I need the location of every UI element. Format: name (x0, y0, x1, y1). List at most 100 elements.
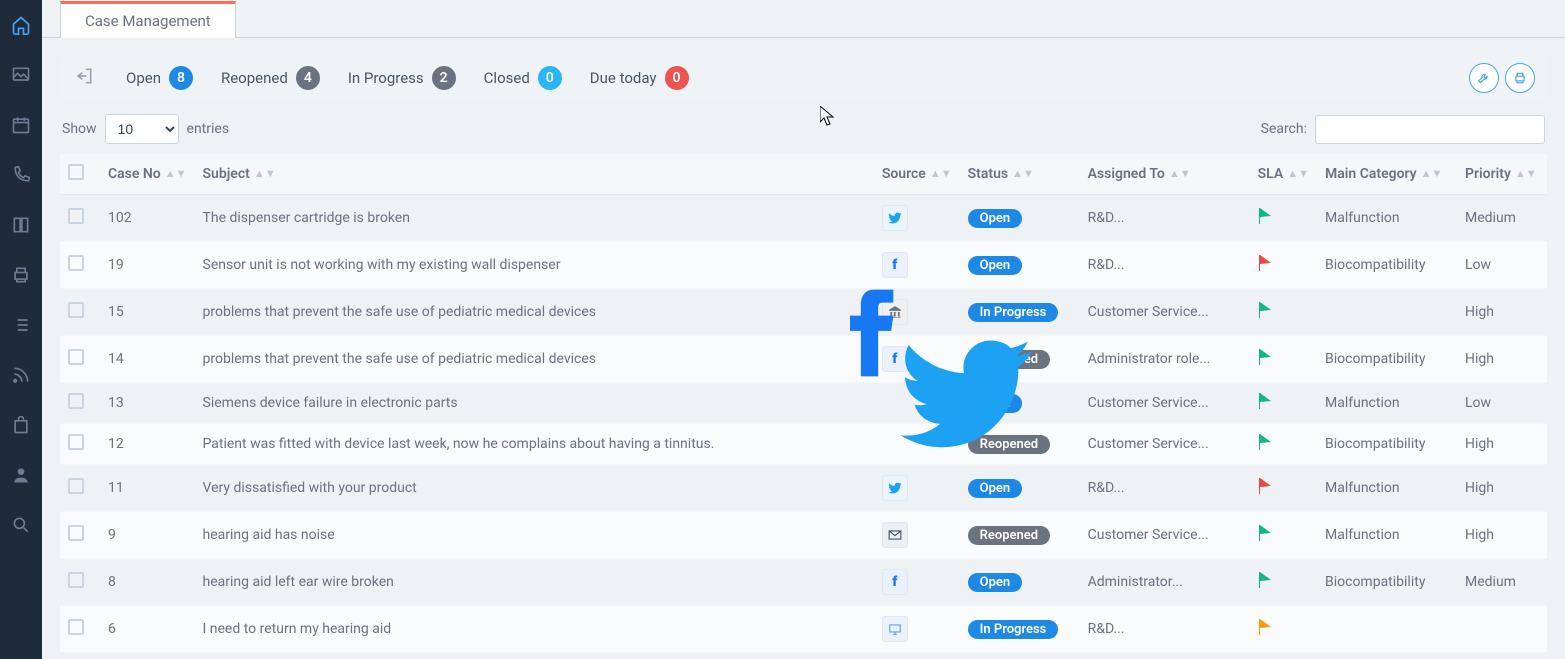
sidebar-bag[interactable] (0, 404, 42, 446)
row-checkbox[interactable] (68, 208, 84, 224)
sidebar-list[interactable] (0, 304, 42, 346)
cell-priority: High (1457, 512, 1547, 559)
col-status[interactable]: Status▲▼ (960, 154, 1080, 195)
cell-status: Open (960, 559, 1080, 606)
table-row[interactable]: 15problems that prevent the safe use of … (60, 289, 1547, 336)
cell-sla (1250, 559, 1317, 606)
col-category[interactable]: Main Category▲▼ (1317, 154, 1457, 195)
col-sla[interactable]: SLA▲▼ (1250, 154, 1317, 195)
cell-sla (1250, 606, 1317, 653)
row-checkbox[interactable] (68, 525, 84, 541)
status-reopened[interactable]: Reopened 4 (221, 66, 320, 90)
cell-category: Biocompatibility (1317, 559, 1457, 606)
cell-sla (1250, 383, 1317, 424)
col-assigned[interactable]: Assigned To▲▼ (1080, 154, 1250, 195)
table-row[interactable]: 19Sensor unit is not working with my exi… (60, 242, 1547, 289)
table-row[interactable]: 9hearing aid has noiseReopenedCustomer S… (60, 512, 1547, 559)
sidebar-print[interactable] (0, 254, 42, 296)
cell-source (874, 383, 960, 424)
cell-subject: problems that prevent the safe use of pe… (195, 336, 874, 383)
status-open[interactable]: Open 8 (126, 66, 193, 90)
row-checkbox[interactable] (68, 478, 84, 494)
cases-table: Case No▲▼ Subject▲▼ Source▲▼ Status▲▼ As… (60, 154, 1547, 653)
row-checkbox[interactable] (68, 255, 84, 271)
col-source[interactable]: Source▲▼ (874, 154, 960, 195)
sidebar-rss[interactable] (0, 354, 42, 396)
tab-case-management[interactable]: Case Management (60, 1, 236, 38)
tabs: Case Management (42, 0, 1565, 38)
exit-icon[interactable] (74, 66, 94, 90)
sidebar-user[interactable] (0, 454, 42, 496)
col-priority[interactable]: Priority▲▼ (1457, 154, 1547, 195)
show-entries: Show 10 entries (62, 114, 229, 144)
table-row[interactable]: 14problems that prevent the safe use of … (60, 336, 1547, 383)
cell-category (1317, 606, 1457, 653)
cell-assigned: Administrator... (1080, 559, 1250, 606)
cell-subject: Very dissatisfied with your product (195, 465, 874, 512)
table-footer: Showing 1 to 10 of 14 entries and total … (60, 653, 1547, 659)
cell-subject: Siemens device failure in electronic par… (195, 383, 874, 424)
sidebar-calendar[interactable] (0, 104, 42, 146)
cell-caseno: 6 (100, 606, 195, 653)
table-row[interactable]: 6I need to return my hearing aidIn Progr… (60, 606, 1547, 653)
table-row[interactable]: 13Siemens device failure in electronic p… (60, 383, 1547, 424)
bank-icon (882, 299, 908, 325)
cell-status: Reopened (960, 336, 1080, 383)
sla-flag-icon (1258, 572, 1272, 592)
sidebar-search[interactable] (0, 504, 42, 546)
facebook-icon: f (882, 569, 908, 595)
select-all-checkbox[interactable] (68, 164, 84, 180)
status-pill: In Progress (968, 620, 1059, 639)
cell-category: Biocompatibility (1317, 242, 1457, 289)
sla-flag-icon (1258, 619, 1272, 639)
sla-flag-icon (1258, 208, 1272, 228)
table-row[interactable]: 11Very dissatisfied with your productOpe… (60, 465, 1547, 512)
sidebar-home[interactable] (0, 4, 42, 46)
row-checkbox[interactable] (68, 349, 84, 365)
row-checkbox[interactable] (68, 572, 84, 588)
cell-category: Malfunction (1317, 512, 1457, 559)
sidebar-book[interactable] (0, 204, 42, 246)
col-caseno[interactable]: Case No▲▼ (100, 154, 195, 195)
twitter-icon (882, 475, 908, 501)
sla-flag-icon (1258, 255, 1272, 275)
cell-priority (1457, 606, 1547, 653)
table-row[interactable]: 102The dispenser cartridge is brokenOpen… (60, 195, 1547, 242)
print-button[interactable] (1505, 63, 1535, 93)
status-inprogress[interactable]: In Progress 2 (348, 66, 456, 90)
cell-sla (1250, 424, 1317, 465)
cell-assigned: R&D... (1080, 465, 1250, 512)
table-row[interactable]: 12Patient was fitted with device last we… (60, 424, 1547, 465)
cell-status: Open (960, 465, 1080, 512)
cell-category (1317, 289, 1457, 336)
status-duetoday[interactable]: Due today 0 (590, 66, 689, 90)
table-row[interactable]: 8hearing aid left ear wire brokenfOpenAd… (60, 559, 1547, 606)
content: Open 8 Reopened 4 In Progress 2 Closed 0… (42, 38, 1565, 659)
search-input[interactable] (1315, 115, 1545, 144)
cell-assigned: Customer Service... (1080, 424, 1250, 465)
status-closed-label: Closed (484, 69, 530, 87)
status-pill: In Progress (968, 303, 1059, 322)
row-checkbox[interactable] (68, 434, 84, 450)
cell-caseno: 15 (100, 289, 195, 336)
cell-sla (1250, 336, 1317, 383)
status-open-count: 8 (169, 66, 193, 90)
col-subject[interactable]: Subject▲▼ (195, 154, 874, 195)
cell-caseno: 14 (100, 336, 195, 383)
row-checkbox[interactable] (68, 619, 84, 635)
entries-select[interactable]: 10 (105, 114, 179, 144)
status-closed[interactable]: Closed 0 (484, 66, 562, 90)
row-checkbox[interactable] (68, 302, 84, 318)
sidebar-image[interactable] (0, 54, 42, 96)
cell-source (874, 606, 960, 653)
sidebar-phone[interactable] (0, 154, 42, 196)
cell-sla (1250, 465, 1317, 512)
row-checkbox[interactable] (68, 393, 84, 409)
cell-category: Biocompatibility (1317, 424, 1457, 465)
cell-source (874, 195, 960, 242)
settings-wrench-button[interactable] (1469, 63, 1499, 93)
sla-flag-icon (1258, 349, 1272, 369)
cell-subject: Sensor unit is not working with my exist… (195, 242, 874, 289)
cell-caseno: 12 (100, 424, 195, 465)
cell-subject: hearing aid left ear wire broken (195, 559, 874, 606)
